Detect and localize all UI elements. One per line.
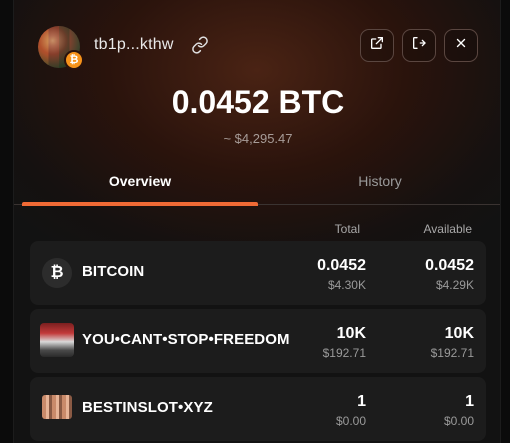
asset-row-bitcoin[interactable]: ₿ BITCOIN 0.0452 $4.30K 0.0452 $4.29K — [30, 241, 486, 305]
asset-total: 10K — [336, 325, 366, 342]
column-header-available: Available — [423, 222, 472, 236]
btc-balance: 0.0452 BTC — [171, 84, 345, 120]
asset-row-bestinslot-xyz[interactable]: BESTINSLOT•XYZ 1 $0.00 1 $0.00 — [30, 377, 486, 441]
wallet-panel: ₿ tb1p...kthw 0.0452 BTC ~ $4,295.47 Ove… — [13, 0, 501, 443]
tab-overview[interactable]: Overview — [22, 165, 258, 206]
asset-available: 1 — [465, 393, 474, 410]
bitcoin-badge-icon: ₿ — [64, 50, 84, 70]
asset-available-usd: $192.71 — [430, 346, 474, 360]
asset-available: 10K — [444, 325, 474, 342]
rune-image — [40, 323, 74, 357]
asset-available-usd: $0.00 — [443, 414, 474, 428]
asset-name: BESTINSLOT•XYZ — [82, 399, 213, 416]
copy-link-icon[interactable] — [191, 36, 209, 54]
close-icon — [454, 36, 468, 55]
asset-total-usd: $4.30K — [327, 278, 366, 292]
asset-row-you-cant-stop-freedom[interactable]: YOU•CANT•STOP•FREEDOM 10K $192.71 10K $1… — [30, 309, 486, 373]
usd-balance: ~ $4,295.47 — [223, 131, 293, 146]
tab-history[interactable]: History — [258, 165, 500, 205]
asset-total-usd: $192.71 — [322, 346, 366, 360]
logout-icon — [411, 35, 427, 56]
asset-available: 0.0452 — [425, 257, 474, 274]
asset-total: 1 — [357, 393, 366, 410]
external-link-button[interactable] — [360, 29, 394, 62]
asset-name: BITCOIN — [82, 263, 145, 280]
logout-button[interactable] — [402, 29, 436, 62]
external-link-icon — [369, 35, 385, 56]
wallet-header: ₿ tb1p...kthw — [14, 0, 500, 95]
asset-total-usd: $0.00 — [335, 414, 366, 428]
bitcoin-icon: ₿ — [42, 258, 72, 288]
close-button[interactable] — [444, 29, 478, 62]
asset-available-usd: $4.29K — [435, 278, 474, 292]
asset-total: 0.0452 — [317, 257, 366, 274]
column-header-total: Total — [334, 222, 360, 236]
wallet-address[interactable]: tb1p...kthw — [94, 36, 174, 54]
tab-bar: Overview History — [14, 165, 500, 206]
rune-image — [42, 395, 72, 419]
asset-name: YOU•CANT•STOP•FREEDOM — [82, 331, 290, 348]
